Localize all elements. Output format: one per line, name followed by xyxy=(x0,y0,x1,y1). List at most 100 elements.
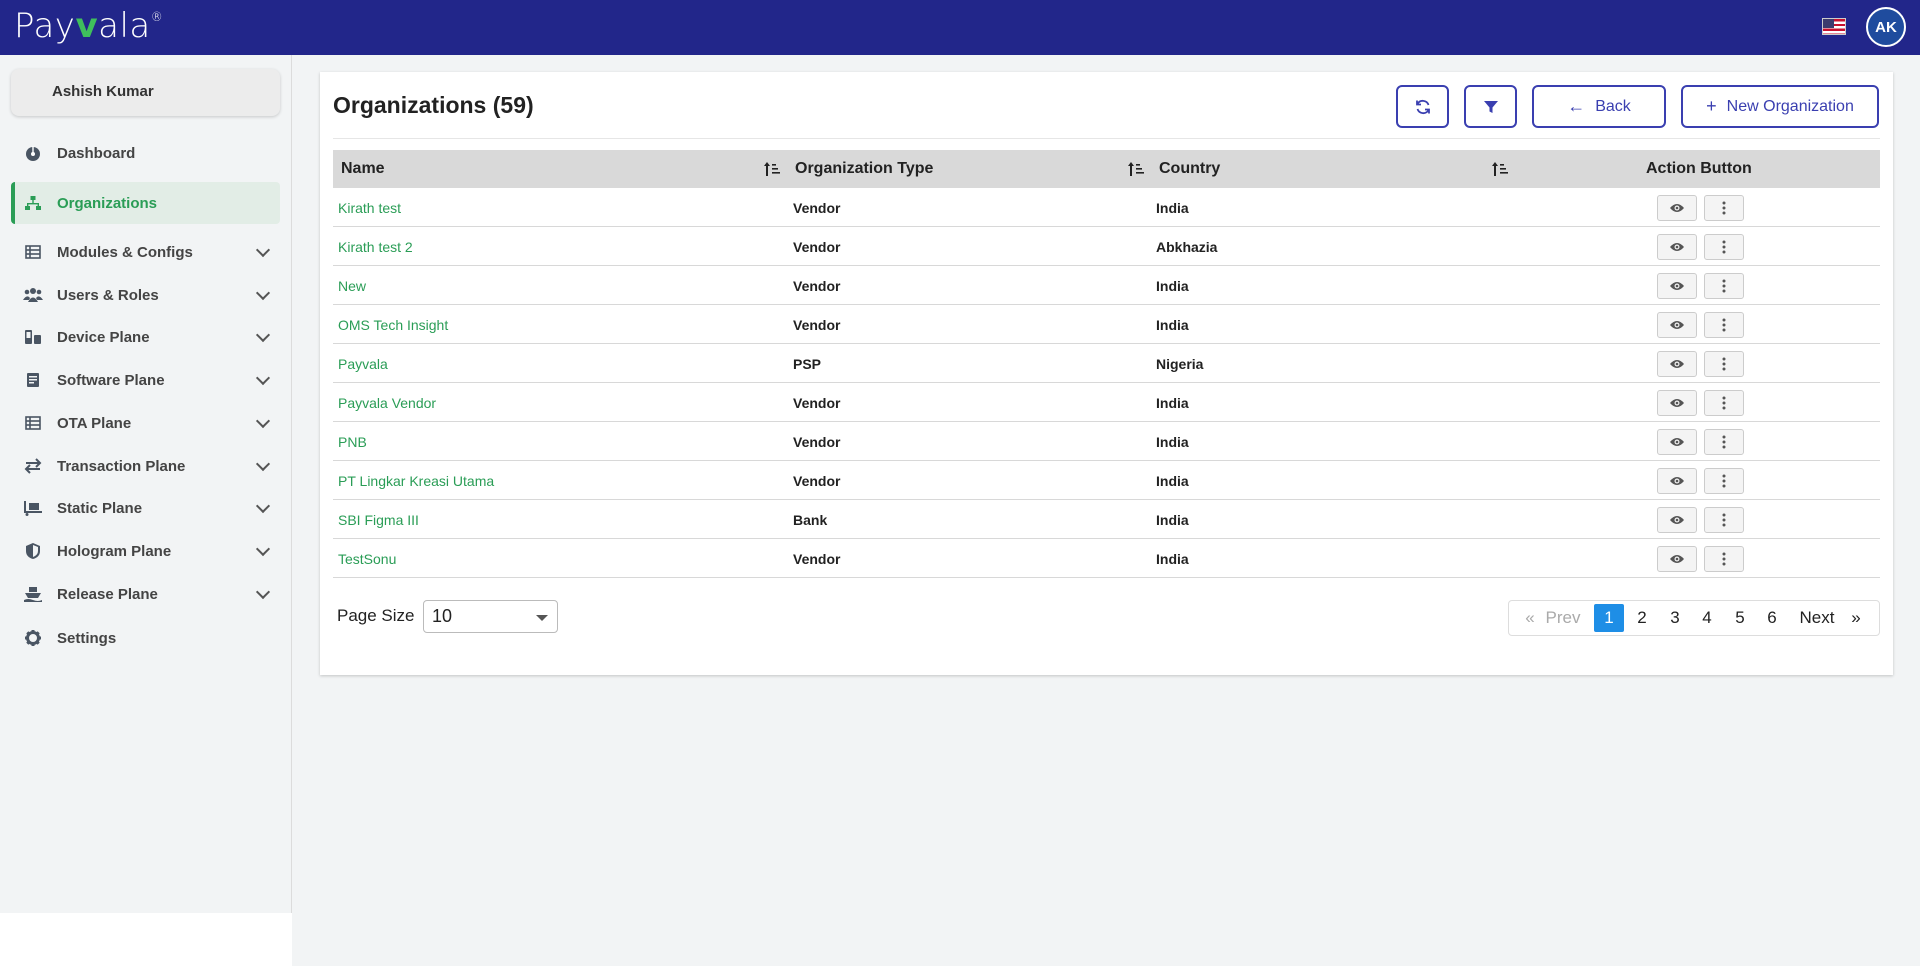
filter-button[interactable] xyxy=(1464,85,1517,128)
new-organization-button[interactable]: + New Organization xyxy=(1681,85,1879,128)
eye-icon xyxy=(1670,399,1684,407)
pagination-next[interactable]: Next xyxy=(1794,601,1840,635)
view-button[interactable] xyxy=(1657,429,1697,455)
view-button[interactable] xyxy=(1657,273,1697,299)
refresh-button[interactable] xyxy=(1396,85,1449,128)
pagination-page-2[interactable]: 2 xyxy=(1627,601,1657,635)
chevron-down-icon xyxy=(255,584,271,600)
view-button[interactable] xyxy=(1657,312,1697,338)
more-options-button[interactable] xyxy=(1704,546,1744,572)
organization-name-link[interactable]: New xyxy=(338,278,366,294)
chevron-down-icon xyxy=(255,370,271,386)
sidebar-item-software-plane[interactable]: Software Plane xyxy=(11,359,280,401)
organization-name-link[interactable]: Payvala xyxy=(338,356,388,372)
organization-name-link[interactable]: SBI Figma III xyxy=(338,512,419,528)
kebab-menu-icon xyxy=(1722,279,1726,293)
software-icon xyxy=(23,370,43,390)
pagination-last[interactable]: » xyxy=(1848,601,1864,635)
sidebar-item-label: Hologram Plane xyxy=(57,542,172,560)
organization-country: India xyxy=(1156,317,1189,333)
eye-icon xyxy=(1670,360,1684,368)
kebab-menu-icon xyxy=(1722,240,1726,254)
sidebar-item-label: Users & Roles xyxy=(57,286,159,304)
organization-type: Bank xyxy=(793,512,828,528)
pagination-page-5[interactable]: 5 xyxy=(1725,601,1755,635)
more-options-button[interactable] xyxy=(1704,468,1744,494)
back-button[interactable]: ← Back xyxy=(1532,85,1666,128)
kebab-menu-icon xyxy=(1722,396,1726,410)
organization-name-link[interactable]: Payvala Vendor xyxy=(338,395,436,411)
more-options-button[interactable] xyxy=(1704,234,1744,260)
sidebar-item-dashboard[interactable]: Dashboard xyxy=(11,132,280,174)
pagination-first[interactable]: « xyxy=(1523,601,1537,635)
sort-icon[interactable] xyxy=(1491,160,1509,178)
more-options-button[interactable] xyxy=(1704,507,1744,533)
pagination-prev[interactable]: Prev xyxy=(1543,601,1583,635)
sidebar-item-label: Software Plane xyxy=(57,371,165,389)
view-button[interactable] xyxy=(1657,546,1697,572)
organization-name-link[interactable]: TestSonu xyxy=(338,551,396,567)
sidebar-footer xyxy=(0,913,292,966)
more-options-button[interactable] xyxy=(1704,429,1744,455)
organization-country: India xyxy=(1156,395,1189,411)
organization-name-link[interactable]: PT Lingkar Kreasi Utama xyxy=(338,473,494,489)
sidebar-item-users-roles[interactable]: Users & Roles xyxy=(11,274,280,316)
table-row: OMS Tech Insight Vendor India xyxy=(333,305,1880,344)
chevron-down-icon xyxy=(255,541,271,557)
sidebar-item-ota-plane[interactable]: OTA Plane xyxy=(11,402,280,444)
sidebar-item-device-plane[interactable]: Device Plane xyxy=(11,316,280,358)
sidebar-item-static-plane[interactable]: Static Plane xyxy=(11,487,280,529)
organization-name-link[interactable]: Kirath test 2 xyxy=(338,239,413,255)
pagination-page-6[interactable]: 6 xyxy=(1757,601,1787,635)
kebab-menu-icon xyxy=(1722,474,1726,488)
sidebar-item-transaction-plane[interactable]: Transaction Plane xyxy=(11,445,280,487)
table-row: Kirath test Vendor India xyxy=(333,188,1880,227)
sort-icon[interactable] xyxy=(1127,160,1145,178)
organization-type: Vendor xyxy=(793,473,841,489)
page-title: Organizations (59) xyxy=(333,92,534,118)
table-row: Payvala PSP Nigeria xyxy=(333,344,1880,383)
payvala-logo[interactable]: Payvala® xyxy=(14,6,163,46)
sidebar-item-organizations[interactable]: Organizations xyxy=(11,182,280,224)
view-button[interactable] xyxy=(1657,195,1697,221)
column-header-name[interactable]: Name xyxy=(341,160,385,178)
chevron-down-icon xyxy=(255,327,271,343)
sidebar-item-modules-configs[interactable]: Modules & Configs xyxy=(11,231,280,273)
pagination-page-4[interactable]: 4 xyxy=(1692,601,1722,635)
view-button[interactable] xyxy=(1657,390,1697,416)
organization-name-link[interactable]: OMS Tech Insight xyxy=(338,317,448,333)
page-size-label: Page Size xyxy=(337,606,415,625)
organization-name-link[interactable]: Kirath test xyxy=(338,200,401,216)
column-header-country[interactable]: Country xyxy=(1159,160,1220,178)
more-options-button[interactable] xyxy=(1704,351,1744,377)
organization-name-link[interactable]: PNB xyxy=(338,434,367,450)
more-options-button[interactable] xyxy=(1704,273,1744,299)
view-button[interactable] xyxy=(1657,468,1697,494)
transfer-icon xyxy=(23,456,43,476)
user-card[interactable]: Ashish Kumar xyxy=(11,69,280,116)
more-options-button[interactable] xyxy=(1704,195,1744,221)
view-button[interactable] xyxy=(1657,234,1697,260)
user-avatar[interactable]: AK xyxy=(1866,7,1906,47)
column-header-organization-type[interactable]: Organization Type xyxy=(795,160,933,178)
us-flag-icon[interactable] xyxy=(1822,18,1846,35)
kebab-menu-icon xyxy=(1722,357,1726,371)
chevron-down-icon xyxy=(255,498,271,514)
sidebar-item-hologram-plane[interactable]: Hologram Plane xyxy=(11,530,280,572)
more-options-button[interactable] xyxy=(1704,390,1744,416)
table-row: TestSonu Vendor India xyxy=(333,539,1880,578)
sidebar-item-release-plane[interactable]: Release Plane xyxy=(11,573,280,615)
pagination-page-1[interactable]: 1 xyxy=(1594,604,1624,632)
view-button[interactable] xyxy=(1657,507,1697,533)
organization-type: PSP xyxy=(793,356,822,372)
sidebar-item-settings[interactable]: Settings xyxy=(11,617,280,659)
org-tree-icon xyxy=(23,193,43,213)
organization-country: Abkhazia xyxy=(1156,239,1218,255)
sort-icon[interactable] xyxy=(763,160,781,178)
pagination-page-3[interactable]: 3 xyxy=(1660,601,1690,635)
organization-country: India xyxy=(1156,434,1189,450)
more-options-button[interactable] xyxy=(1704,312,1744,338)
view-button[interactable] xyxy=(1657,351,1697,377)
page-size-select[interactable]: 10 xyxy=(423,600,558,633)
eye-icon xyxy=(1670,438,1684,446)
